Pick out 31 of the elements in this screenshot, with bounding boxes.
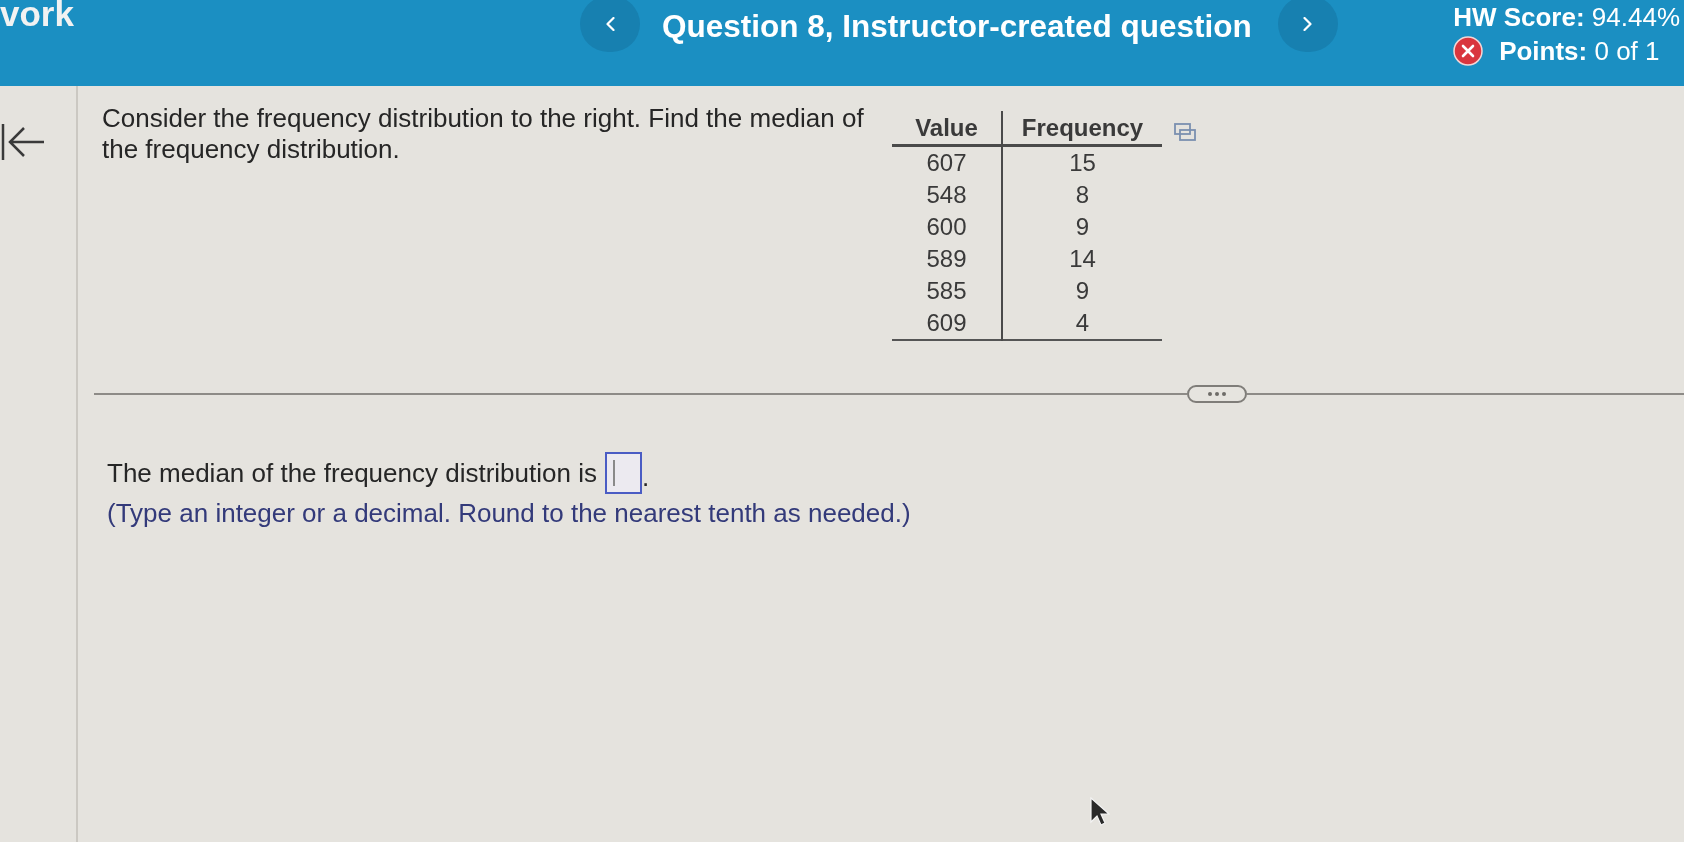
answer-sentence: The median of the frequency distribution is [107, 457, 597, 489]
more-options-button[interactable] [1187, 385, 1247, 403]
question-title: Question 8, Instructor-created question [662, 8, 1252, 44]
overlapping-squares-icon[interactable] [1174, 123, 1196, 141]
dots-icon [1208, 392, 1226, 396]
answer-hint: (Type an integer or a decimal. Round to the nearest tenth as needed.) [107, 498, 911, 529]
column-header: Frequency [1002, 111, 1162, 146]
table-cell: 14 [1002, 243, 1162, 275]
course-label: vork [0, 0, 74, 31]
table-cell: 585 [892, 275, 1002, 307]
table-cell: 609 [892, 307, 1002, 340]
table-cell: 8 [1002, 179, 1162, 211]
table-cell: 600 [892, 211, 1002, 243]
question-prompt: Consider the frequency distribution to the right. Find the median of the frequency distribution. [102, 103, 865, 165]
text-caret-icon [612, 460, 615, 486]
table-cell: 589 [892, 243, 1002, 275]
mouse-pointer-icon [1090, 797, 1110, 827]
table-cell: 4 [1002, 307, 1162, 340]
table-cell: 9 [1002, 275, 1162, 307]
table-cell: 548 [892, 179, 1002, 211]
table-cell: 15 [1002, 145, 1162, 179]
answer-box[interactable] [604, 452, 642, 494]
hw-score-text: HW Score: 94.44% [1453, 2, 1680, 32]
arrow-left-bar-icon[interactable] [0, 122, 46, 162]
points-text: Points: 0 of 1 [1499, 36, 1660, 66]
column-header: Value [892, 111, 1002, 146]
chevron-left-icon [605, 17, 615, 31]
table-cell: 607 [892, 145, 1002, 179]
chevron-right-icon [1303, 17, 1313, 31]
sentence-period: . [641, 461, 650, 493]
table-cell: 9 [1002, 211, 1162, 243]
